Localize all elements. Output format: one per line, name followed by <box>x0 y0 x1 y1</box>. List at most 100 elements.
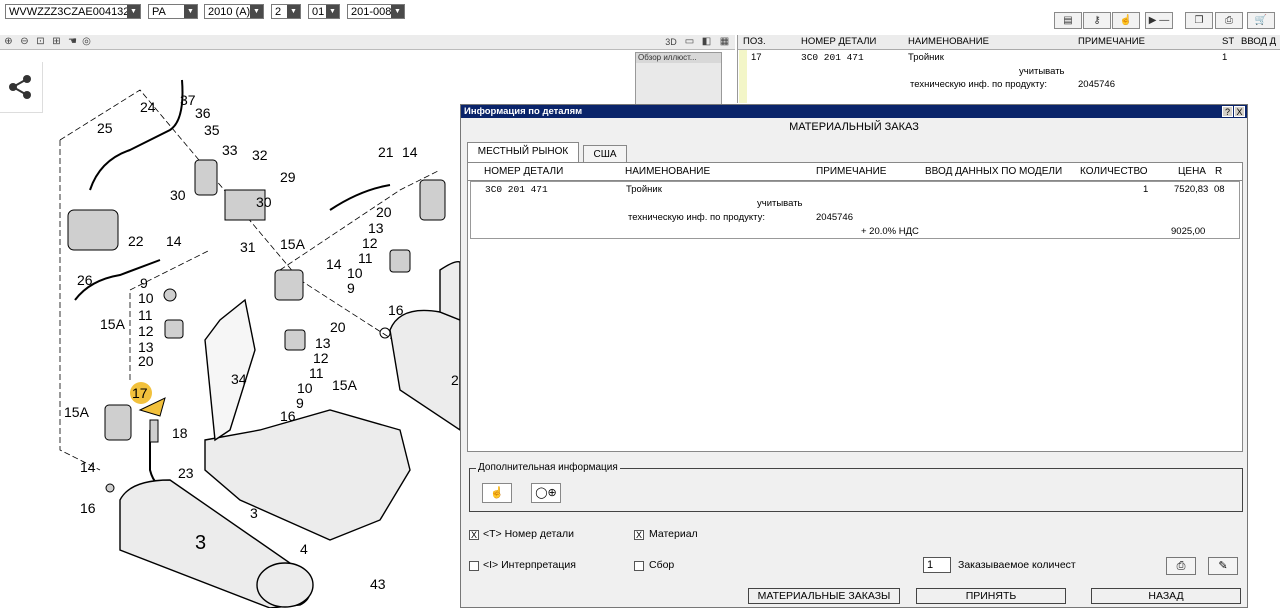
chevron-down-icon[interactable]: ▼ <box>287 5 300 18</box>
callout-label[interactable]: 16 <box>80 500 96 516</box>
callout-label[interactable]: 4 <box>300 541 308 557</box>
callout-label[interactable]: 35 <box>204 122 220 138</box>
cart-button[interactable]: 🛒 <box>1247 12 1275 29</box>
zoom-in-icon[interactable]: ⊕ <box>2 36 15 48</box>
col-note[interactable]: ПРИМЕЧАНИЕ <box>816 163 886 180</box>
print-button[interactable]: ⎙ <box>1166 557 1196 575</box>
callout-label[interactable]: 16 <box>280 408 296 424</box>
callout-label[interactable]: 20 <box>376 204 392 220</box>
3d-button[interactable]: 3D <box>663 36 679 48</box>
callout-label[interactable]: 43 <box>370 576 386 592</box>
callout-label[interactable]: 30 <box>256 194 272 210</box>
split-view-icon[interactable]: ◧ <box>700 36 713 48</box>
callout-label[interactable]: 12 <box>362 235 378 251</box>
callout-label[interactable]: 37 <box>180 92 196 108</box>
callout-label[interactable]: 12 <box>138 323 154 339</box>
callout-label[interactable]: 25 <box>97 120 113 136</box>
play-button[interactable]: ▶ — <box>1145 12 1173 29</box>
col-name[interactable]: НАИМЕНОВАНИЕ <box>625 163 710 180</box>
key-button[interactable]: ⚷ <box>1083 12 1111 29</box>
list-view-button[interactable]: ▤ <box>1054 12 1082 29</box>
callout-label[interactable]: 32 <box>252 147 268 163</box>
callout-label[interactable]: 11 <box>309 365 324 381</box>
callout-label[interactable]: 14 <box>402 144 418 160</box>
zoom-out-icon[interactable]: ⊖ <box>18 36 31 48</box>
col-model-input[interactable]: ВВОД ДАННЫХ ПО МОДЕЛИ <box>925 163 1062 180</box>
print-button[interactable]: ⎙ <box>1215 12 1243 29</box>
hand-button[interactable]: ☝ <box>1112 12 1140 29</box>
col-note[interactable]: ПРИМЕЧАНИЕ <box>1078 35 1145 49</box>
zoom-window-icon[interactable]: ⊡ <box>34 36 47 48</box>
col-model-input[interactable]: ВВОД Д <box>1241 35 1276 49</box>
callout-label[interactable]: 16 <box>388 302 404 318</box>
zoom-reset-icon[interactable]: ◎ <box>80 36 93 48</box>
share-button[interactable] <box>0 62 43 113</box>
callout-label[interactable]: 10 <box>297 380 313 396</box>
callout-label[interactable]: 13 <box>315 335 331 351</box>
material-checkbox[interactable]: X <box>634 530 644 540</box>
assembly-checkbox[interactable] <box>634 561 644 571</box>
callout-label[interactable]: 15A <box>100 316 126 332</box>
col-st[interactable]: ST <box>1222 35 1234 49</box>
callout-label[interactable]: 9 <box>140 275 148 291</box>
col-quantity[interactable]: КОЛИЧЕСТВО <box>1080 163 1148 180</box>
callout-label[interactable]: 10 <box>347 265 363 281</box>
callout-label[interactable]: 34 <box>231 371 247 387</box>
material-orders-button[interactable]: МАТЕРИАЛЬНЫЕ ЗАКАЗЫ <box>748 588 900 604</box>
col-part-no[interactable]: НОМЕР ДЕТАЛИ <box>484 163 563 180</box>
callout-label[interactable]: 2 <box>451 372 459 388</box>
table-view-icon[interactable]: ▦ <box>718 36 731 48</box>
callout-label[interactable]: 24 <box>140 99 156 115</box>
chevron-down-icon[interactable]: ▼ <box>326 5 339 18</box>
callout-label[interactable]: 20 <box>138 353 154 369</box>
chevron-down-icon[interactable]: ▼ <box>391 5 404 18</box>
callout-label[interactable]: 15A <box>332 377 358 393</box>
callout-label[interactable]: 9 <box>296 395 304 411</box>
close-button[interactable]: X <box>1234 106 1245 117</box>
chevron-down-icon[interactable]: ▼ <box>127 5 140 18</box>
col-price[interactable]: ЦЕНА <box>1178 163 1206 180</box>
callout-label[interactable]: 23 <box>178 465 194 481</box>
year-select[interactable]: 2010 (A) ▼ <box>204 4 264 19</box>
extra-hand-button[interactable]: ☝ <box>482 483 512 503</box>
callout-label[interactable]: 14 <box>80 459 96 475</box>
overview-thumbnail[interactable]: Обзор иллюст... <box>635 52 722 106</box>
callout-label[interactable]: 12 <box>313 350 329 366</box>
part-no-checkbox[interactable]: X <box>469 530 479 540</box>
callout-label[interactable]: 9 <box>347 280 355 296</box>
col-r[interactable]: R <box>1215 163 1222 180</box>
callout-label[interactable]: 15A <box>280 236 306 252</box>
interpretation-checkbox[interactable] <box>469 561 479 571</box>
callout-label[interactable]: 11 <box>138 307 153 323</box>
callout-label[interactable]: 10 <box>138 290 154 306</box>
callout-label[interactable]: 15A <box>64 404 90 420</box>
callout-label[interactable]: 11 <box>358 250 373 266</box>
callout-label[interactable]: 3 <box>195 532 206 554</box>
order-qty-input[interactable]: 1 <box>923 557 951 573</box>
vin-select[interactable]: WVWZZZ3CZAE004132 ▼ <box>5 4 141 19</box>
callout-label[interactable]: 36 <box>195 105 211 121</box>
callout-label[interactable]: 3 <box>250 505 258 521</box>
callout-label[interactable]: 22 <box>128 233 144 249</box>
help-button[interactable]: ? <box>1222 106 1233 117</box>
callout-label[interactable]: 13 <box>368 220 384 236</box>
market-select[interactable]: PA ▼ <box>148 4 198 19</box>
callout-label[interactable]: 14 <box>166 233 182 249</box>
tab-local-market[interactable]: МЕСТНЫЙ РЫНОК <box>467 142 579 162</box>
select-2[interactable]: 01 ▼ <box>308 4 340 19</box>
zoom-hand-icon[interactable]: ☚ <box>66 36 79 48</box>
col-part-no[interactable]: НОМЕР ДЕТАЛИ <box>801 35 876 49</box>
select-1[interactable]: 2 ▼ <box>271 4 301 19</box>
callout-label[interactable]: 33 <box>222 142 238 158</box>
select-3[interactable]: 201-008 ▼ <box>347 4 405 19</box>
tab-usa[interactable]: США <box>583 145 627 162</box>
copy-button[interactable]: ❐ <box>1185 12 1213 29</box>
col-name[interactable]: НАИМЕНОВАНИЕ <box>908 35 989 49</box>
back-button[interactable]: НАЗАД <box>1091 588 1241 604</box>
callout-label[interactable]: 14 <box>326 256 342 272</box>
order-grid[interactable]: 3C0 201 471 Тройник 1 7520,83 08 учитыва… <box>470 181 1240 239</box>
extra-add-button[interactable]: ◯⊕ <box>531 483 561 503</box>
callout-label[interactable]: 17 <box>132 385 148 401</box>
callout-label[interactable]: 30 <box>170 187 186 203</box>
callout-label[interactable]: 18 <box>172 425 188 441</box>
